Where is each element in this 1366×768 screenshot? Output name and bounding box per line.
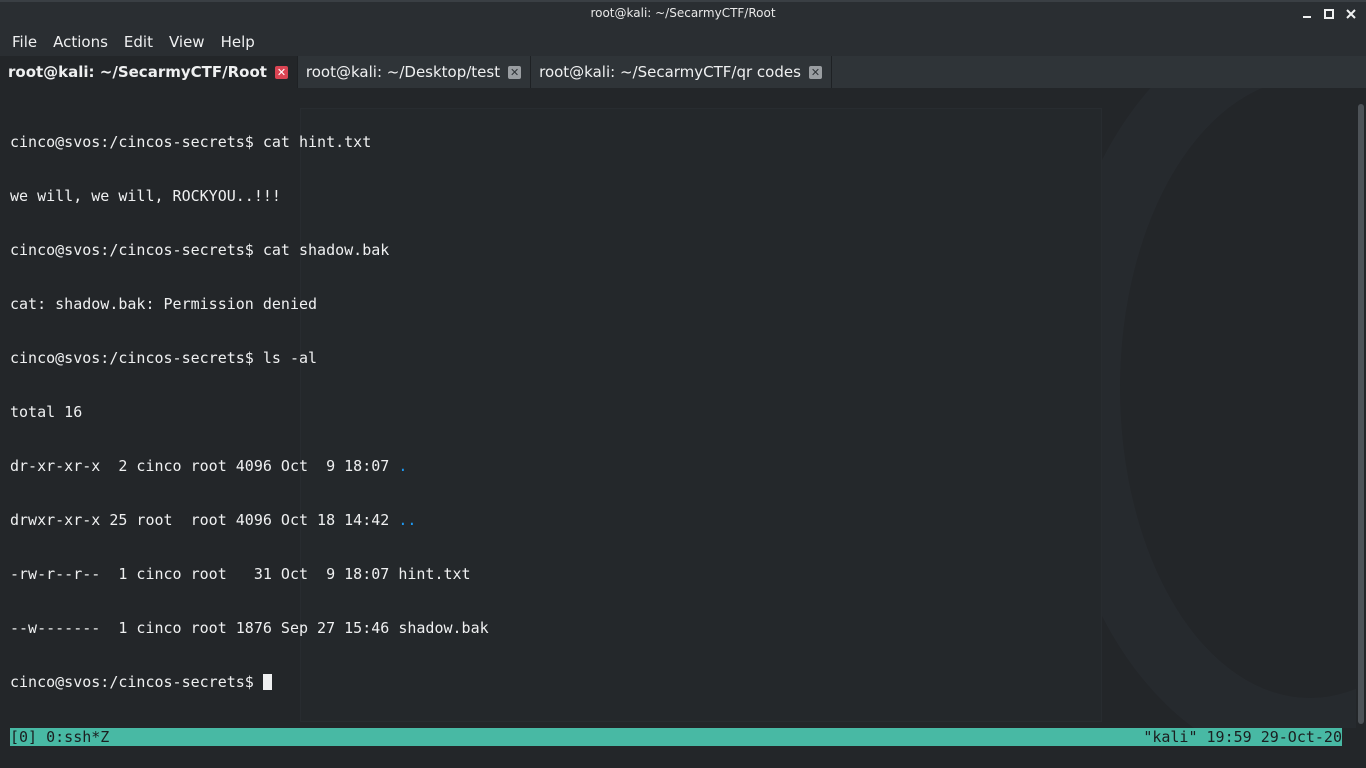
tab-close-icon[interactable]: ✕ <box>274 65 288 79</box>
tab-label: root@kali: ~/SecarmyCTF/qr codes <box>539 63 801 81</box>
terminal-line-dir: dr-xr-xr-x 2 cinco root 4096 Oct 9 18:07… <box>10 457 489 475</box>
menubar: File Actions Edit View Help <box>0 28 1366 56</box>
dir-name: . <box>398 457 408 475</box>
scrollbar-thumb[interactable] <box>1358 104 1364 724</box>
menu-help[interactable]: Help <box>213 28 263 56</box>
terminal-line: -rw-r--r-- 1 cinco root 31 Oct 9 18:07 h… <box>10 565 471 583</box>
terminal-line: cinco@svos:/cincos-secrets$ cat hint.txt <box>10 133 372 151</box>
tab-desktop-test[interactable]: root@kali: ~/Desktop/test ✕ <box>298 56 532 88</box>
terminal-view[interactable]: cinco@svos:/cincos-secrets$ cat hint.txt… <box>0 88 1356 728</box>
menu-view[interactable]: View <box>161 28 213 56</box>
terminal-line: cinco@svos:/cincos-secrets$ cat shadow.b… <box>10 241 390 259</box>
ls-entry: drwxr-xr-x 25 root root 4096 Oct 18 14:4… <box>10 511 399 529</box>
close-icon[interactable] <box>1344 7 1358 21</box>
tab-close-icon[interactable]: ✕ <box>808 65 822 79</box>
terminal-line: cinco@svos:/cincos-secrets$ ls -al <box>10 349 318 367</box>
tmux-window-list: [0] 0:ssh*Z <box>10 728 110 746</box>
terminal-line: cat: shadow.bak: Permission denied <box>10 295 318 313</box>
window-controls <box>1300 7 1358 21</box>
window-titlebar: root@kali: ~/SecarmyCTF/Root <box>0 0 1366 28</box>
minimize-icon[interactable] <box>1300 7 1314 21</box>
tmux-status-bar: [0] 0:ssh*Z "kali" 19:59 29-Oct-20 <box>10 728 1342 746</box>
tmux-status-right: "kali" 19:59 29-Oct-20 <box>1143 728 1342 746</box>
tab-label: root@kali: ~/SecarmyCTF/Root <box>8 63 267 81</box>
menu-file[interactable]: File <box>4 28 45 56</box>
terminal-prompt-line: cinco@svos:/cincos-secrets$ <box>10 673 489 691</box>
terminal-line: --w------- 1 cinco root 1876 Sep 27 15:4… <box>10 619 489 637</box>
terminal-line: total 16 <box>10 403 83 421</box>
terminal-line: we will, we will, ROCKYOU..!!! <box>10 187 281 205</box>
terminal-scrollbar[interactable] <box>1356 88 1366 728</box>
ls-entry: dr-xr-xr-x 2 cinco root 4096 Oct 9 18:07 <box>10 457 399 475</box>
text-cursor <box>262 674 272 690</box>
shell-prompt: cinco@svos:/cincos-secrets$ <box>10 673 263 691</box>
menu-actions[interactable]: Actions <box>45 28 116 56</box>
menu-edit[interactable]: Edit <box>116 28 161 56</box>
tab-bar: root@kali: ~/SecarmyCTF/Root ✕ root@kali… <box>0 56 1366 88</box>
tab-close-icon[interactable]: ✕ <box>508 65 522 79</box>
tab-secarmyctf-root[interactable]: root@kali: ~/SecarmyCTF/Root ✕ <box>0 56 298 88</box>
tab-secarmyctf-qr-codes[interactable]: root@kali: ~/SecarmyCTF/qr codes ✕ <box>531 56 832 88</box>
terminal-line-dir: drwxr-xr-x 25 root root 4096 Oct 18 14:4… <box>10 511 489 529</box>
maximize-icon[interactable] <box>1322 7 1336 21</box>
dir-name: .. <box>398 511 417 529</box>
window-title: root@kali: ~/SecarmyCTF/Root <box>590 6 776 20</box>
tab-label: root@kali: ~/Desktop/test <box>305 63 501 81</box>
terminal-output: cinco@svos:/cincos-secrets$ cat hint.txt… <box>10 97 489 727</box>
